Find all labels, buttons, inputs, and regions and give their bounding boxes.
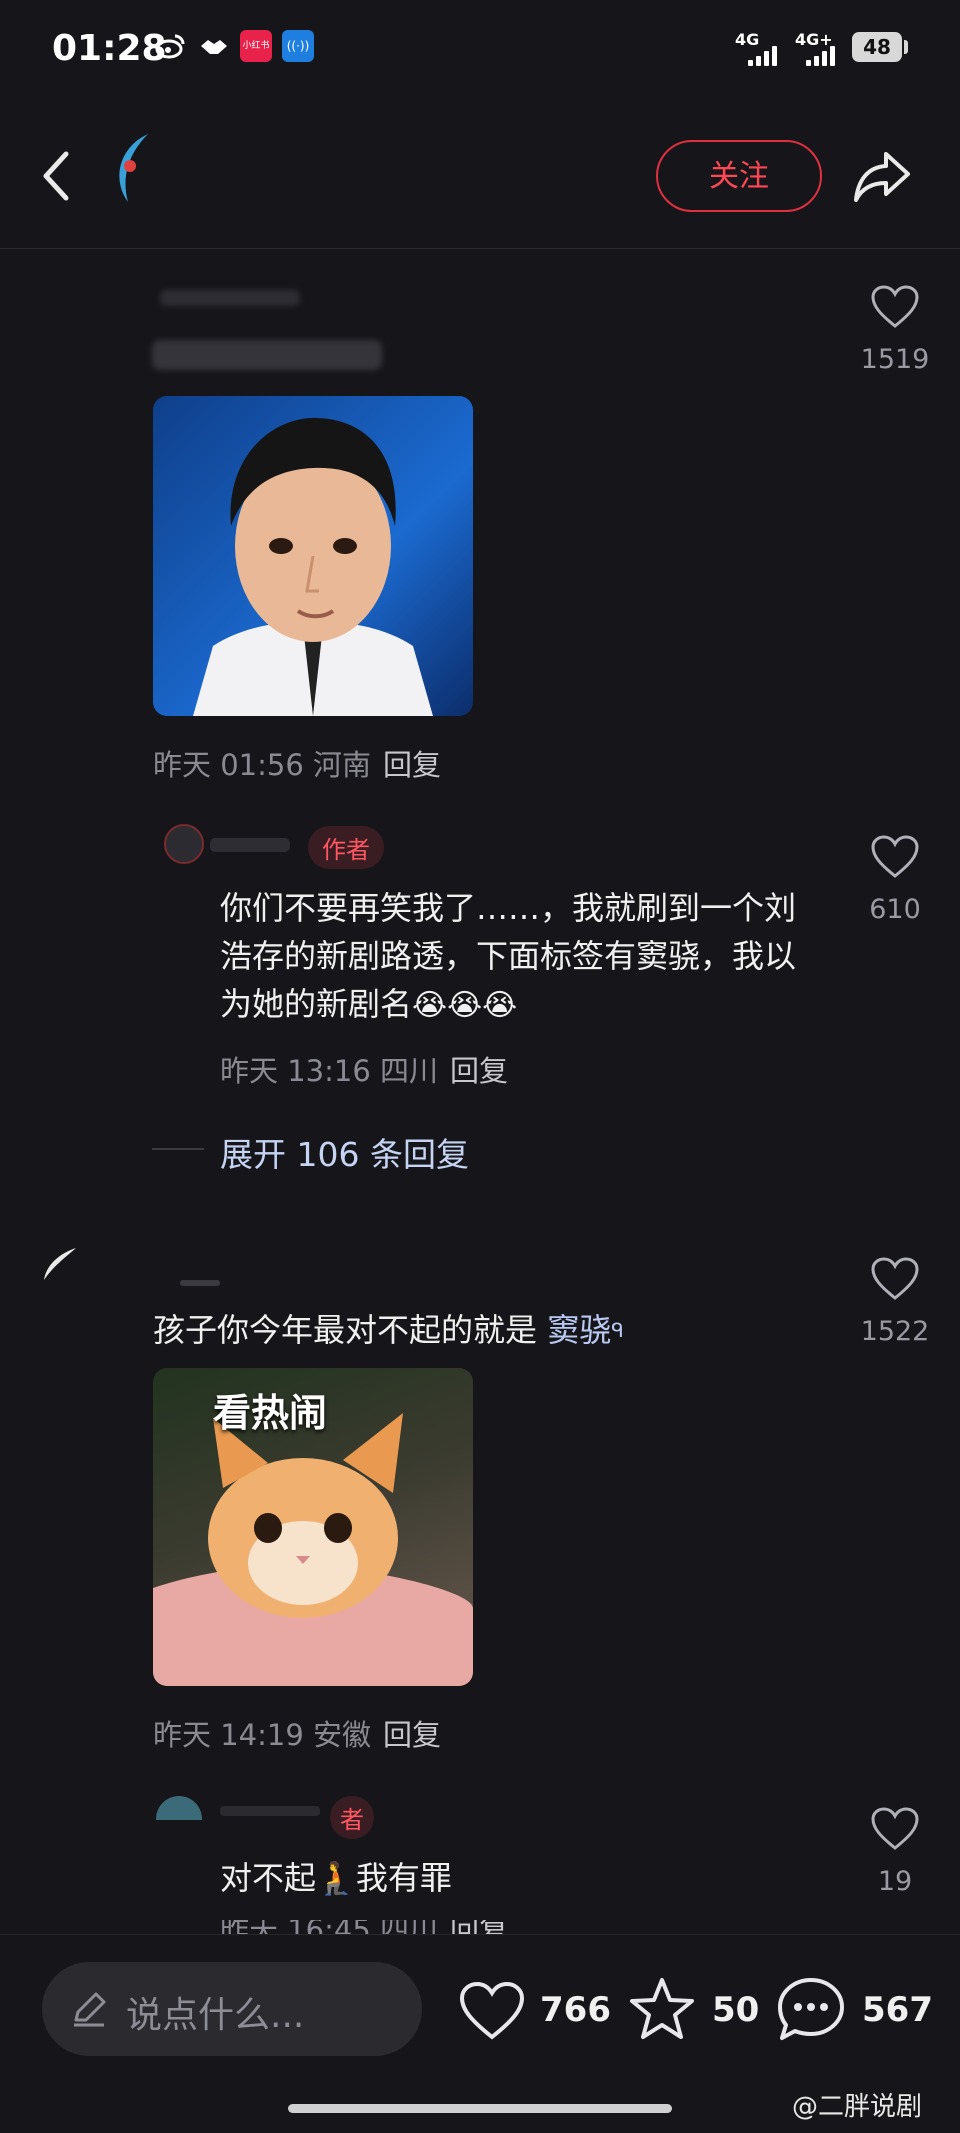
comment-meta: 昨天 01:56 河南 回复 — [153, 742, 441, 784]
follow-button[interactable]: 关注 — [656, 140, 822, 212]
home-indicator[interactable] — [288, 2104, 672, 2113]
comment-input[interactable]: 说点什么... — [42, 1962, 422, 2056]
expand-divider-line — [152, 1148, 204, 1150]
reply-name-blurred — [210, 838, 290, 852]
share-icon[interactable] — [852, 150, 912, 204]
comment-time-location: 昨天 01:56 河南 — [153, 748, 372, 782]
header-divider — [0, 248, 960, 249]
back-arrow-icon[interactable] — [38, 150, 78, 202]
commenter-avatar[interactable] — [40, 1244, 80, 1284]
signal-bars-1-icon — [748, 44, 777, 66]
pencil-icon — [74, 1992, 106, 2027]
reply-button[interactable]: 回复 — [383, 748, 441, 782]
commenter-name-blurred — [160, 290, 300, 306]
comment-image-cat-meme[interactable]: 看热闹 — [153, 1368, 473, 1686]
portrait-illustration — [193, 417, 433, 716]
reply-meta-clipped: 昨天 16:45 四川回复 — [220, 1920, 508, 1934]
reply-name-blurred — [220, 1806, 320, 1816]
xiaohongshu-app-icon: 小红书 — [240, 30, 272, 62]
like-heart-icon[interactable] — [870, 1806, 920, 1852]
battery-tip — [904, 40, 908, 54]
like-heart-icon[interactable] — [870, 1256, 920, 1302]
reply-time-location: 昨天 13:16 四川 — [220, 1054, 439, 1088]
favorite-count: 50 — [712, 1990, 760, 2030]
like-count: 1522 — [860, 1316, 930, 1347]
expand-replies-button[interactable]: 展开 106 条回复 — [220, 1128, 469, 1176]
comment-text-blurred — [152, 340, 382, 370]
reply-avatar[interactable] — [156, 1796, 202, 1820]
reply-text-after: 我有罪 — [355, 1859, 452, 1897]
reply-text: 对不起🧎我有罪 — [220, 1854, 452, 1902]
author-avatar[interactable] — [108, 130, 152, 206]
like-post-heart-icon[interactable] — [458, 1980, 526, 2042]
post-like-count: 766 — [540, 1990, 611, 2030]
battery-indicator: 48 — [852, 32, 902, 62]
comment-text-content: 孩子你今年最对不起的就是 — [153, 1311, 548, 1349]
handshake-icon — [201, 40, 227, 54]
author-tag: 作者 — [308, 826, 384, 869]
weibo-icon — [155, 34, 185, 59]
reply-avatar[interactable] — [164, 824, 204, 864]
meme-caption: 看热闹 — [213, 1391, 328, 1435]
comment-text: 孩子你今年最对不起的就是 窦骁ᑫ — [153, 1306, 793, 1354]
reply-meta: 昨天 13:16 四川 回复 — [220, 1048, 508, 1090]
comment-meta: 昨天 14:19 安徽 回复 — [153, 1712, 441, 1754]
nfc-app-icon: ((·)) — [282, 30, 314, 62]
search-link-doux[interactable]: 窦骁 — [547, 1311, 611, 1349]
comment-bubble-icon[interactable] — [776, 1976, 846, 2042]
like-count: 19 — [877, 1866, 913, 1897]
comment-count: 567 — [862, 1990, 933, 2030]
favorite-star-icon[interactable] — [628, 1976, 696, 2042]
commenter-name-blurred — [180, 1280, 220, 1286]
comment-image-portrait[interactable] — [153, 396, 473, 716]
watermark: @二胖说剧 — [792, 2092, 923, 2122]
reply-time-location: 昨天 16:45 四川 — [220, 1920, 438, 1934]
kneeling-person-icon: 🧎 — [316, 1859, 356, 1897]
reply-text-before: 对不起 — [220, 1859, 317, 1897]
comment-input-placeholder: 说点什么... — [126, 1995, 305, 2036]
like-count: 610 — [869, 894, 921, 925]
reply-button[interactable]: 回复 — [383, 1718, 441, 1752]
like-heart-icon[interactable] — [870, 834, 920, 880]
search-small-icon: ᑫ — [611, 1318, 624, 1342]
crying-emoji-icons: 😭😭😭 — [412, 988, 518, 1023]
signal-bars-2-icon — [806, 44, 835, 66]
bottom-bar-divider — [0, 1934, 960, 1935]
reply-button[interactable]: 回复 — [450, 1920, 508, 1934]
like-heart-icon[interactable] — [870, 284, 920, 330]
author-tag: 者 — [330, 1796, 374, 1839]
reply-button[interactable]: 回复 — [450, 1054, 508, 1088]
like-count: 1519 — [860, 344, 930, 375]
reply-text: 你们不要再笑我了……，我就刷到一个刘浩存的新剧路透，下面标签有窦骁，我以为她的新… — [220, 884, 820, 1030]
status-time: 01:28 — [52, 28, 167, 69]
comment-time-location: 昨天 14:19 安徽 — [153, 1718, 372, 1752]
